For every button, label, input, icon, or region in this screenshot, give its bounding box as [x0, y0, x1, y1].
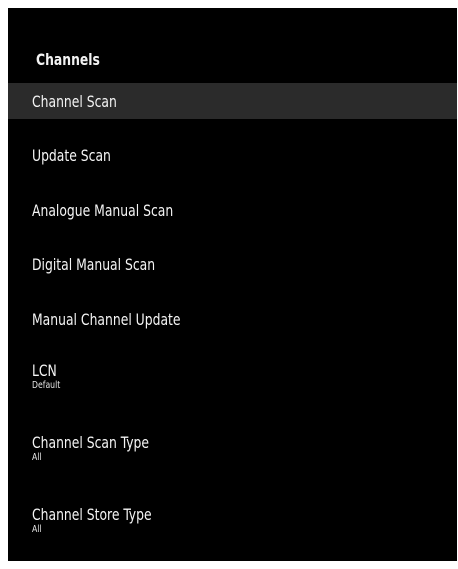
menu-item-label: Channel Scan Type: [32, 432, 150, 452]
menu-item-value: Default: [32, 379, 61, 391]
panel-title: Channels: [36, 50, 100, 69]
menu-item-digital-manual-scan[interactable]: Digital Manual Scan: [8, 247, 457, 283]
menu-item-label: Analogue Manual Scan: [32, 200, 174, 220]
menu-item-label: Channel Scan: [32, 91, 117, 111]
menu-item-label: LCN: [32, 360, 57, 380]
menu-item-update-scan[interactable]: Update Scan: [8, 138, 457, 174]
menu-item-label: Manual Channel Update: [32, 309, 181, 329]
menu-item-analogue-manual-scan[interactable]: Analogue Manual Scan: [8, 192, 457, 228]
menu-item-label: Digital Manual Scan: [32, 255, 156, 274]
menu-item-channel-scan[interactable]: Channel Scan: [8, 83, 457, 119]
menu-item-manual-channel-update[interactable]: Manual Channel Update: [8, 301, 457, 337]
menu-item-channel-store-type[interactable]: Channel Store Type All: [8, 500, 457, 540]
channels-menu: Channel Scan Update Scan Analogue Manual…: [8, 83, 457, 561]
menu-item-channel-scan-type[interactable]: Channel Scan Type All: [8, 428, 457, 468]
channels-settings-panel: Channels Channel Scan Update Scan Analog…: [8, 8, 457, 561]
menu-item-value: All: [32, 523, 42, 535]
menu-item-value: All: [32, 451, 42, 463]
menu-item-label: Channel Store Type: [32, 504, 152, 524]
menu-item-lcn[interactable]: LCN Default: [8, 356, 457, 396]
menu-item-label: Update Scan: [32, 146, 111, 165]
